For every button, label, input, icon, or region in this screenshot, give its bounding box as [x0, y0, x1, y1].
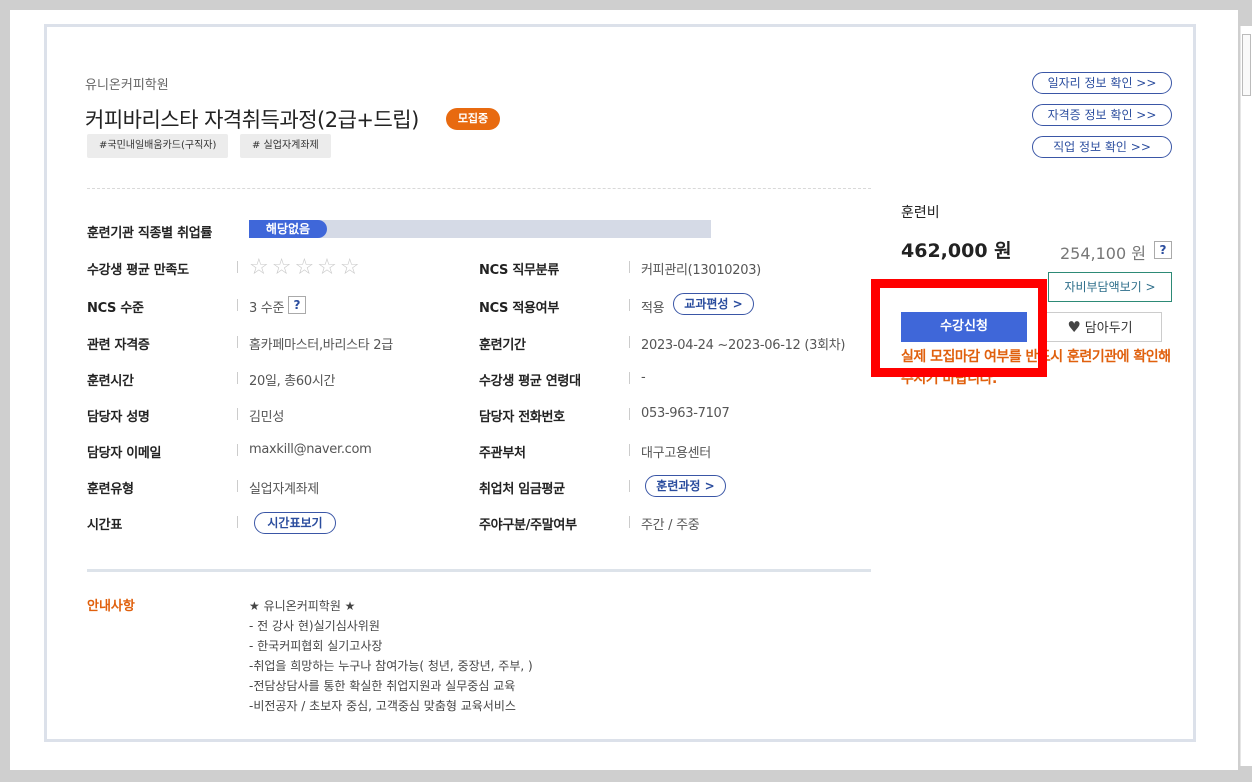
notice-content: ★ 유니온커피학원 ★ - 전 강사 현)실기심사위원 - 한국커피협회 실기고… — [249, 596, 533, 716]
ncs-category-value: 커피관리(13010203) — [641, 263, 761, 278]
occupation-info-link[interactable]: 직업 정보 확인 >> — [1032, 136, 1172, 158]
period-value: 2023-04-24 ~2023-06-12 (3회차) — [641, 338, 846, 353]
satisfaction-stars: ☆☆☆☆☆ — [249, 255, 363, 280]
job-info-link[interactable]: 일자리 정보 확인 >> — [1032, 72, 1172, 94]
course-title: 커피바리스타 자격취득과정(2급+드립) — [85, 108, 419, 132]
age-value: - — [641, 370, 646, 385]
highlight-box — [871, 279, 1047, 377]
curriculum-button[interactable]: 교과편성 > — [673, 293, 754, 315]
separator — [237, 299, 238, 311]
cert-info-link[interactable]: 자격증 정보 확인 >> — [1032, 104, 1172, 126]
fee-total: 462,000 원 — [901, 240, 1012, 262]
schedule-label: 시간표 — [87, 518, 122, 533]
type-label: 훈련유형 — [87, 482, 134, 497]
manager-email-label: 담당자 이메일 — [87, 446, 162, 461]
manager-email-value: maxkill@naver.com — [249, 442, 372, 457]
separator — [237, 336, 238, 348]
separator — [237, 261, 238, 273]
recruit-status-badge: 모집중 — [446, 108, 500, 130]
daynight-value: 주간 / 주중 — [641, 518, 700, 533]
notice-line: - 한국커피협회 실기고사장 — [249, 639, 383, 653]
manager-phone-label: 담당자 전화번호 — [479, 410, 565, 425]
manager-name-label: 담당자 성명 — [87, 410, 150, 425]
ncs-applied-value: 적용 — [641, 301, 665, 316]
divider — [87, 188, 871, 189]
scrollbar-thumb[interactable] — [1242, 34, 1251, 96]
fee-self-pay: 254,100 원 — [1060, 244, 1146, 263]
heart-icon: ♥ — [1067, 318, 1081, 336]
ncs-level-help-icon[interactable]: ? — [288, 296, 306, 314]
fee-help-icon[interactable]: ? — [1154, 241, 1172, 259]
self-pay-button[interactable]: 자비부담액보기 > — [1048, 272, 1172, 302]
wishlist-label: 담아두기 — [1084, 321, 1133, 336]
dept-value: 대구고용센터 — [641, 446, 711, 461]
wishlist-button[interactable]: ♥ 담아두기 — [1038, 312, 1162, 342]
separator — [237, 480, 238, 492]
separator — [629, 372, 630, 384]
ncs-category-label: NCS 직무분류 — [479, 263, 559, 278]
fee-title: 훈련비 — [901, 205, 940, 221]
course-button[interactable]: 훈련과정 > — [645, 475, 726, 497]
daynight-label: 주야구분/주말여부 — [479, 518, 577, 533]
institute-name: 유니온커피학원 — [85, 78, 169, 93]
notice-line: -전담상담사를 통한 확실한 취업지원과 실무중심 교육 — [249, 679, 516, 693]
separator — [629, 480, 630, 492]
tag-card[interactable]: #국민내일배움카드(구직자) — [87, 134, 229, 158]
ncs-level-value: 3 수준 — [249, 301, 285, 316]
cert-label: 관련 자격증 — [87, 338, 150, 353]
period-label: 훈련기간 — [479, 338, 526, 353]
separator — [237, 444, 238, 456]
employment-rate-label: 훈련기관 직종별 취업률 — [87, 226, 213, 241]
notice-label: 안내사항 — [87, 599, 135, 614]
hours-label: 훈련시간 — [87, 374, 134, 389]
divider — [87, 569, 871, 572]
separator — [629, 299, 630, 311]
separator — [629, 261, 630, 273]
separator — [237, 516, 238, 528]
employment-rate-value: 해당없음 — [249, 220, 327, 238]
separator — [629, 516, 630, 528]
manager-name-value: 김민성 — [249, 410, 284, 425]
ncs-applied-label: NCS 적용여부 — [479, 301, 559, 316]
type-value: 실업자계좌제 — [249, 482, 319, 497]
separator — [629, 408, 630, 420]
manager-phone-value: 053-963-7107 — [641, 406, 730, 421]
notice-line: -비전공자 / 초보자 중심, 고객중심 맞춤형 교육서비스 — [249, 699, 516, 713]
dept-label: 주관부처 — [479, 446, 526, 461]
separator — [629, 336, 630, 348]
notice-line: -취업을 희망하는 누구나 참여가능( 청년, 중장년, 주부, ) — [249, 659, 533, 673]
notice-line: - 전 강사 현)실기심사위원 — [249, 619, 380, 633]
wage-label: 취업처 임금평균 — [479, 482, 565, 497]
hours-value: 20일, 총60시간 — [249, 374, 336, 389]
notice-line: ★ 유니온커피학원 ★ — [249, 599, 356, 613]
age-label: 수강생 평균 연령대 — [479, 374, 581, 389]
satisfaction-label: 수강생 평균 만족도 — [87, 263, 189, 278]
ncs-level-label: NCS 수준 — [87, 301, 144, 316]
schedule-button[interactable]: 시간표보기 — [254, 512, 336, 534]
scrollbar[interactable] — [1240, 26, 1252, 766]
cert-value: 홈카페마스터,바리스타 2급 — [249, 338, 393, 353]
separator — [237, 408, 238, 420]
separator — [237, 372, 238, 384]
tag-account[interactable]: # 실업자계좌제 — [240, 134, 331, 158]
separator — [629, 444, 630, 456]
